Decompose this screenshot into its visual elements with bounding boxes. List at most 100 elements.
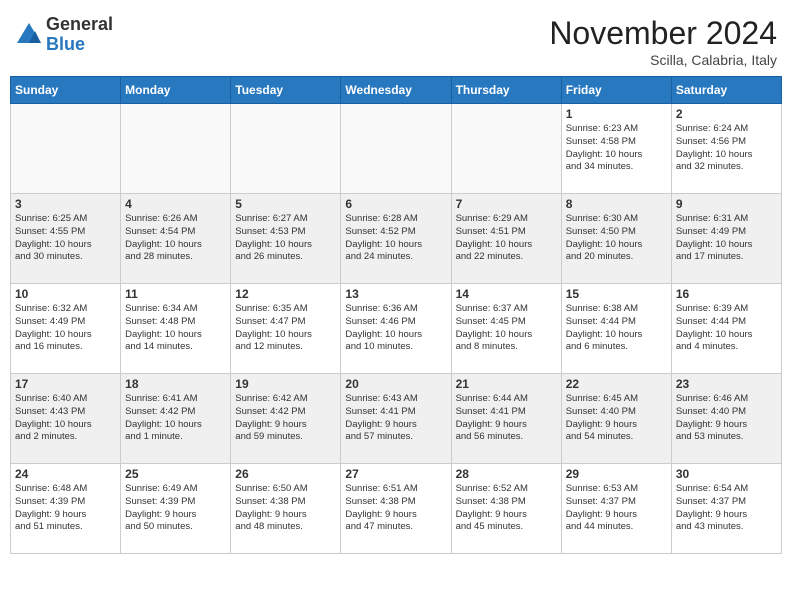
day-number: 18 bbox=[125, 377, 226, 391]
calendar-week-row: 3 Sunrise: 6:25 AM Sunset: 4:55 PM Daylig… bbox=[11, 194, 782, 284]
day-info: Sunrise: 6:41 AM Sunset: 4:42 PM Dayligh… bbox=[125, 393, 226, 444]
calendar-cell: 11Sunrise: 6:34 AM Sunset: 4:48 PM Dayli… bbox=[121, 284, 231, 374]
day-info: Sunrise: 6:38 AM Sunset: 4:44 PM Dayligh… bbox=[566, 303, 667, 354]
day-number: 8 bbox=[566, 197, 667, 211]
logo-text: General Blue bbox=[46, 15, 113, 55]
day-number: 9 bbox=[676, 197, 777, 211]
day-number: 3 bbox=[15, 197, 116, 211]
day-number: 17 bbox=[15, 377, 116, 391]
day-number: 12 bbox=[235, 287, 336, 301]
calendar-cell: 5 Sunrise: 6:27 AM Sunset: 4:53 PM Daylig… bbox=[231, 194, 341, 284]
day-number: 24 bbox=[15, 467, 116, 481]
calendar-cell: 4 Sunrise: 6:26 AM Sunset: 4:54 PM Daylig… bbox=[121, 194, 231, 284]
calendar-cell: 10Sunrise: 6:32 AM Sunset: 4:49 PM Dayli… bbox=[11, 284, 121, 374]
calendar-cell: 22 Sunrise: 6:45 AM Sunset: 4:40 PM Dayli… bbox=[561, 374, 671, 464]
day-info: Sunrise: 6:25 AM Sunset: 4:55 PM Dayligh… bbox=[15, 213, 116, 264]
day-number: 28 bbox=[456, 467, 557, 481]
calendar-week-row: 1 Sunrise: 6:23 AM Sunset: 4:58 PM Daylig… bbox=[11, 104, 782, 194]
day-number: 4 bbox=[125, 197, 226, 211]
day-info: Sunrise: 6:50 AM Sunset: 4:38 PM Dayligh… bbox=[235, 483, 336, 534]
calendar-cell: 18 Sunrise: 6:41 AM Sunset: 4:42 PM Dayli… bbox=[121, 374, 231, 464]
calendar-cell: 6 Sunrise: 6:28 AM Sunset: 4:52 PM Daylig… bbox=[341, 194, 451, 284]
calendar-week-row: 17 Sunrise: 6:40 AM Sunset: 4:43 PM Dayli… bbox=[11, 374, 782, 464]
day-info: Sunrise: 6:28 AM Sunset: 4:52 PM Dayligh… bbox=[345, 213, 446, 264]
calendar-body: 1 Sunrise: 6:23 AM Sunset: 4:58 PM Daylig… bbox=[11, 104, 782, 554]
calendar-cell: 14Sunrise: 6:37 AM Sunset: 4:45 PM Dayli… bbox=[451, 284, 561, 374]
day-info: Sunrise: 6:53 AM Sunset: 4:37 PM Dayligh… bbox=[566, 483, 667, 534]
logo-blue-label: Blue bbox=[46, 35, 113, 55]
calendar-cell: 9Sunrise: 6:31 AM Sunset: 4:49 PM Daylig… bbox=[671, 194, 781, 284]
calendar-cell: 20Sunrise: 6:43 AM Sunset: 4:41 PM Dayli… bbox=[341, 374, 451, 464]
weekday-header-saturday: Saturday bbox=[671, 77, 781, 104]
calendar-cell: 2 Sunrise: 6:24 AM Sunset: 4:56 PM Daylig… bbox=[671, 104, 781, 194]
calendar-week-row: 10Sunrise: 6:32 AM Sunset: 4:49 PM Dayli… bbox=[11, 284, 782, 374]
title-block: November 2024 Scilla, Calabria, Italy bbox=[549, 15, 777, 68]
day-number: 1 bbox=[566, 107, 667, 121]
day-number: 29 bbox=[566, 467, 667, 481]
calendar-cell: 17 Sunrise: 6:40 AM Sunset: 4:43 PM Dayli… bbox=[11, 374, 121, 464]
calendar-cell: 29 Sunrise: 6:53 AM Sunset: 4:37 PM Dayli… bbox=[561, 464, 671, 554]
calendar-week-row: 24 Sunrise: 6:48 AM Sunset: 4:39 PM Dayli… bbox=[11, 464, 782, 554]
logo-icon bbox=[15, 21, 43, 49]
calendar-cell: 16 Sunrise: 6:39 AM Sunset: 4:44 PM Dayli… bbox=[671, 284, 781, 374]
day-info: Sunrise: 6:39 AM Sunset: 4:44 PM Dayligh… bbox=[676, 303, 777, 354]
calendar-cell: 27Sunrise: 6:51 AM Sunset: 4:38 PM Dayli… bbox=[341, 464, 451, 554]
day-number: 27 bbox=[345, 467, 446, 481]
calendar-cell: 21 Sunrise: 6:44 AM Sunset: 4:41 PM Dayli… bbox=[451, 374, 561, 464]
day-info: Sunrise: 6:54 AM Sunset: 4:37 PM Dayligh… bbox=[676, 483, 777, 534]
day-number: 25 bbox=[125, 467, 226, 481]
calendar-cell: 12 Sunrise: 6:35 AM Sunset: 4:47 PM Dayli… bbox=[231, 284, 341, 374]
day-info: Sunrise: 6:23 AM Sunset: 4:58 PM Dayligh… bbox=[566, 123, 667, 174]
day-info: Sunrise: 6:30 AM Sunset: 4:50 PM Dayligh… bbox=[566, 213, 667, 264]
calendar-cell: 24 Sunrise: 6:48 AM Sunset: 4:39 PM Dayli… bbox=[11, 464, 121, 554]
calendar-cell: 23 Sunrise: 6:46 AM Sunset: 4:40 PM Dayli… bbox=[671, 374, 781, 464]
calendar-cell: 7 Sunrise: 6:29 AM Sunset: 4:51 PM Daylig… bbox=[451, 194, 561, 284]
day-info: Sunrise: 6:49 AM Sunset: 4:39 PM Dayligh… bbox=[125, 483, 226, 534]
day-info: Sunrise: 6:46 AM Sunset: 4:40 PM Dayligh… bbox=[676, 393, 777, 444]
calendar-cell: 19Sunrise: 6:42 AM Sunset: 4:42 PM Dayli… bbox=[231, 374, 341, 464]
weekday-header-friday: Friday bbox=[561, 77, 671, 104]
day-number: 2 bbox=[676, 107, 777, 121]
day-number: 26 bbox=[235, 467, 336, 481]
day-number: 7 bbox=[456, 197, 557, 211]
calendar-cell bbox=[231, 104, 341, 194]
day-info: Sunrise: 6:26 AM Sunset: 4:54 PM Dayligh… bbox=[125, 213, 226, 264]
day-info: Sunrise: 6:35 AM Sunset: 4:47 PM Dayligh… bbox=[235, 303, 336, 354]
calendar-cell: 1 Sunrise: 6:23 AM Sunset: 4:58 PM Daylig… bbox=[561, 104, 671, 194]
logo: General Blue bbox=[15, 15, 113, 55]
day-number: 13 bbox=[345, 287, 446, 301]
day-info: Sunrise: 6:37 AM Sunset: 4:45 PM Dayligh… bbox=[456, 303, 557, 354]
day-info: Sunrise: 6:44 AM Sunset: 4:41 PM Dayligh… bbox=[456, 393, 557, 444]
weekday-header-monday: Monday bbox=[121, 77, 231, 104]
day-number: 5 bbox=[235, 197, 336, 211]
weekday-header-thursday: Thursday bbox=[451, 77, 561, 104]
day-number: 11 bbox=[125, 287, 226, 301]
calendar-cell bbox=[341, 104, 451, 194]
day-info: Sunrise: 6:24 AM Sunset: 4:56 PM Dayligh… bbox=[676, 123, 777, 174]
day-number: 6 bbox=[345, 197, 446, 211]
calendar-cell: 3 Sunrise: 6:25 AM Sunset: 4:55 PM Daylig… bbox=[11, 194, 121, 284]
day-info: Sunrise: 6:29 AM Sunset: 4:51 PM Dayligh… bbox=[456, 213, 557, 264]
day-info: Sunrise: 6:43 AM Sunset: 4:41 PM Dayligh… bbox=[345, 393, 446, 444]
day-info: Sunrise: 6:27 AM Sunset: 4:53 PM Dayligh… bbox=[235, 213, 336, 264]
calendar-cell: 28 Sunrise: 6:52 AM Sunset: 4:38 PM Dayli… bbox=[451, 464, 561, 554]
calendar-cell bbox=[451, 104, 561, 194]
page-header: General Blue November 2024 Scilla, Calab… bbox=[10, 10, 782, 68]
calendar-cell bbox=[121, 104, 231, 194]
day-number: 16 bbox=[676, 287, 777, 301]
day-number: 22 bbox=[566, 377, 667, 391]
weekday-header-tuesday: Tuesday bbox=[231, 77, 341, 104]
calendar-cell: 13 Sunrise: 6:36 AM Sunset: 4:46 PM Dayli… bbox=[341, 284, 451, 374]
calendar-cell: 25 Sunrise: 6:49 AM Sunset: 4:39 PM Dayli… bbox=[121, 464, 231, 554]
day-info: Sunrise: 6:45 AM Sunset: 4:40 PM Dayligh… bbox=[566, 393, 667, 444]
day-info: Sunrise: 6:36 AM Sunset: 4:46 PM Dayligh… bbox=[345, 303, 446, 354]
day-info: Sunrise: 6:40 AM Sunset: 4:43 PM Dayligh… bbox=[15, 393, 116, 444]
day-info: Sunrise: 6:52 AM Sunset: 4:38 PM Dayligh… bbox=[456, 483, 557, 534]
day-number: 23 bbox=[676, 377, 777, 391]
day-number: 21 bbox=[456, 377, 557, 391]
weekday-header-sunday: Sunday bbox=[11, 77, 121, 104]
calendar-cell: 8 Sunrise: 6:30 AM Sunset: 4:50 PM Daylig… bbox=[561, 194, 671, 284]
day-number: 10 bbox=[15, 287, 116, 301]
calendar-cell: 26 Sunrise: 6:50 AM Sunset: 4:38 PM Dayli… bbox=[231, 464, 341, 554]
day-info: Sunrise: 6:48 AM Sunset: 4:39 PM Dayligh… bbox=[15, 483, 116, 534]
